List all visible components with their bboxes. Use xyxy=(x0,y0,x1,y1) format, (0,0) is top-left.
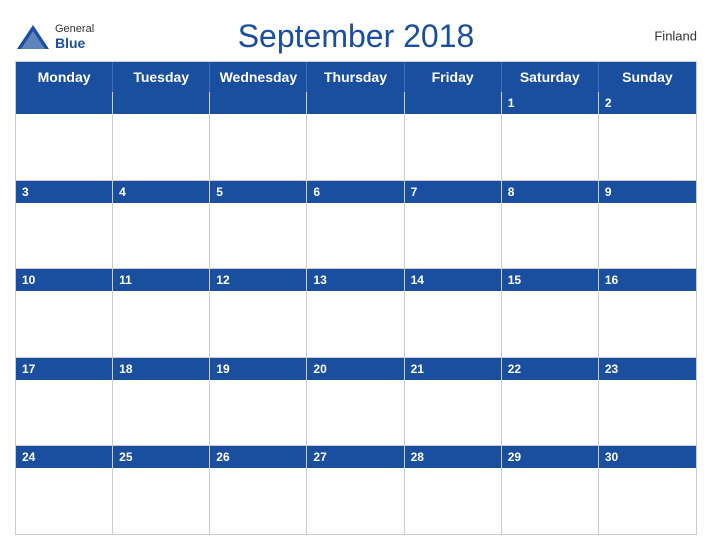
calendar-body: 1234567891011121314151617181920212223242… xyxy=(16,92,696,534)
header-friday: Friday xyxy=(405,62,502,92)
day-cell xyxy=(16,92,113,180)
day-cell: 14 xyxy=(405,269,502,357)
day-cell: 12 xyxy=(210,269,307,357)
calendar-title: September 2018 xyxy=(238,18,475,55)
day-cell xyxy=(405,92,502,180)
week-row: 10111213141516 xyxy=(16,268,696,357)
day-cell: 16 xyxy=(599,269,696,357)
week-row: 24252627282930 xyxy=(16,445,696,534)
header-wednesday: Wednesday xyxy=(210,62,307,92)
day-cell: 4 xyxy=(113,181,210,269)
day-cell: 9 xyxy=(599,181,696,269)
day-cell: 11 xyxy=(113,269,210,357)
day-cell: 17 xyxy=(16,358,113,446)
day-cell: 28 xyxy=(405,446,502,534)
logo-icon xyxy=(15,23,51,51)
day-cell xyxy=(210,92,307,180)
day-cell: 15 xyxy=(502,269,599,357)
day-cell: 1 xyxy=(502,92,599,180)
calendar-grid: Monday Tuesday Wednesday Thursday Friday… xyxy=(15,61,697,535)
week-row: 17181920212223 xyxy=(16,357,696,446)
week-row: 12 xyxy=(16,92,696,180)
logo: General Blue xyxy=(15,23,94,51)
calendar-header: General Blue September 2018 Finland xyxy=(15,10,697,61)
day-cell: 27 xyxy=(307,446,404,534)
day-cell: 24 xyxy=(16,446,113,534)
logo-blue: Blue xyxy=(55,35,85,51)
day-cell: 22 xyxy=(502,358,599,446)
country-label: Finland xyxy=(654,28,697,43)
day-cell xyxy=(307,92,404,180)
day-cell: 3 xyxy=(16,181,113,269)
header-thursday: Thursday xyxy=(307,62,404,92)
day-cell: 6 xyxy=(307,181,404,269)
day-cell: 23 xyxy=(599,358,696,446)
day-headers-row: Monday Tuesday Wednesday Thursday Friday… xyxy=(16,62,696,92)
day-cell xyxy=(113,92,210,180)
header-monday: Monday xyxy=(16,62,113,92)
day-cell: 19 xyxy=(210,358,307,446)
day-cell: 18 xyxy=(113,358,210,446)
header-tuesday: Tuesday xyxy=(113,62,210,92)
day-cell: 21 xyxy=(405,358,502,446)
day-cell: 5 xyxy=(210,181,307,269)
day-cell: 13 xyxy=(307,269,404,357)
day-cell: 7 xyxy=(405,181,502,269)
week-row: 3456789 xyxy=(16,180,696,269)
day-cell: 20 xyxy=(307,358,404,446)
day-cell: 29 xyxy=(502,446,599,534)
day-cell: 2 xyxy=(599,92,696,180)
header-saturday: Saturday xyxy=(502,62,599,92)
day-cell: 30 xyxy=(599,446,696,534)
header-sunday: Sunday xyxy=(599,62,696,92)
day-cell: 10 xyxy=(16,269,113,357)
logo-general: General xyxy=(55,23,94,35)
day-cell: 25 xyxy=(113,446,210,534)
day-cell: 8 xyxy=(502,181,599,269)
day-cell: 26 xyxy=(210,446,307,534)
